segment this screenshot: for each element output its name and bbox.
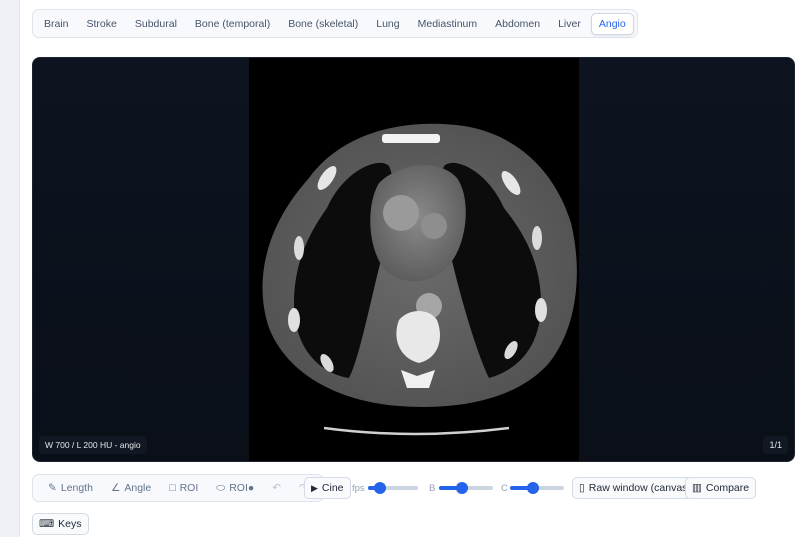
undo-button[interactable]: ↶ bbox=[265, 478, 288, 498]
fps-label: fps bbox=[352, 483, 365, 494]
length-tool[interactable]: ✎ Length bbox=[41, 478, 100, 498]
preset-brain[interactable]: Brain bbox=[36, 13, 77, 35]
angle-icon: ∠ bbox=[110, 482, 121, 494]
preset-stroke[interactable]: Stroke bbox=[79, 13, 125, 35]
window-level-readout: W 700 / L 200 HU - angio bbox=[39, 436, 147, 454]
angle-tool[interactable]: ∠ Angle bbox=[104, 478, 158, 498]
cine-button[interactable]: ▶ Cine bbox=[304, 477, 351, 499]
image-viewport[interactable]: W 700 / L 200 HU - angio 1/1 bbox=[32, 57, 795, 462]
compare-button-label: Compare bbox=[705, 482, 750, 494]
viewport-background-left bbox=[33, 58, 249, 461]
contrast-slider-thumb[interactable] bbox=[526, 482, 539, 494]
fps-slider[interactable] bbox=[368, 482, 418, 494]
rectangle-icon: □ bbox=[169, 482, 176, 494]
preset-angio[interactable]: Angio bbox=[590, 12, 634, 35]
raw-window-icon: ▯ bbox=[579, 482, 585, 494]
raw-window-button-label: Raw window (canvas) bbox=[588, 482, 691, 494]
roi-ellipse-tool-label: ROI● bbox=[229, 482, 255, 494]
preset-lung[interactable]: Lung bbox=[368, 13, 407, 35]
roi-rect-tool-label: ROI bbox=[179, 482, 199, 494]
contrast-slider[interactable] bbox=[510, 482, 564, 494]
contrast-label: C bbox=[501, 483, 508, 494]
fps-slider-thumb[interactable] bbox=[374, 482, 386, 494]
brightness-slider[interactable] bbox=[439, 482, 493, 494]
keys-button-label: Keys bbox=[58, 518, 82, 530]
preset-liver[interactable]: Liver bbox=[550, 13, 589, 35]
window-preset-tabs: Brain Stroke Subdural Bone (temporal) Bo… bbox=[32, 9, 638, 38]
preset-mediastinum[interactable]: Mediastinum bbox=[410, 13, 486, 35]
brightness-slider-thumb[interactable] bbox=[455, 482, 468, 494]
viewport-background-right bbox=[577, 58, 794, 461]
angle-tool-label: Angle bbox=[124, 482, 152, 494]
slice-counter: 1/1 bbox=[763, 436, 788, 454]
undo-icon: ↶ bbox=[272, 482, 282, 494]
cine-button-label: Cine bbox=[321, 482, 344, 494]
preset-bone-skeletal[interactable]: Bone (skeletal) bbox=[280, 13, 366, 35]
roi-rect-tool[interactable]: □ ROI bbox=[162, 478, 205, 498]
left-sidebar-edge bbox=[0, 0, 20, 537]
raw-window-button[interactable]: ▯ Raw window (canvas) bbox=[572, 477, 698, 499]
compare-icon: ▥ bbox=[692, 482, 702, 494]
brightness-label: B bbox=[429, 483, 436, 494]
ruler-icon: ✎ bbox=[48, 482, 57, 494]
measurement-toolbar: ✎ Length ∠ Angle □ ROI ⬭ ROI● ↶ ↷ bbox=[32, 474, 324, 502]
roi-ellipse-tool[interactable]: ⬭ ROI● bbox=[209, 478, 261, 499]
play-icon: ▶ bbox=[311, 482, 318, 493]
preset-subdural[interactable]: Subdural bbox=[127, 13, 185, 35]
main-panel: Brain Stroke Subdural Bone (temporal) Bo… bbox=[20, 0, 806, 537]
preset-bone-temporal[interactable]: Bone (temporal) bbox=[187, 13, 278, 35]
keyboard-icon: ⌨ bbox=[39, 518, 55, 530]
preset-abdomen[interactable]: Abdomen bbox=[487, 13, 548, 35]
compare-button[interactable]: ▥ Compare bbox=[685, 477, 757, 499]
ct-axial-chest-image bbox=[249, 58, 579, 461]
keys-button[interactable]: ⌨ Keys bbox=[32, 513, 89, 535]
length-tool-label: Length bbox=[60, 482, 93, 494]
ellipse-icon: ⬭ bbox=[216, 481, 226, 494]
